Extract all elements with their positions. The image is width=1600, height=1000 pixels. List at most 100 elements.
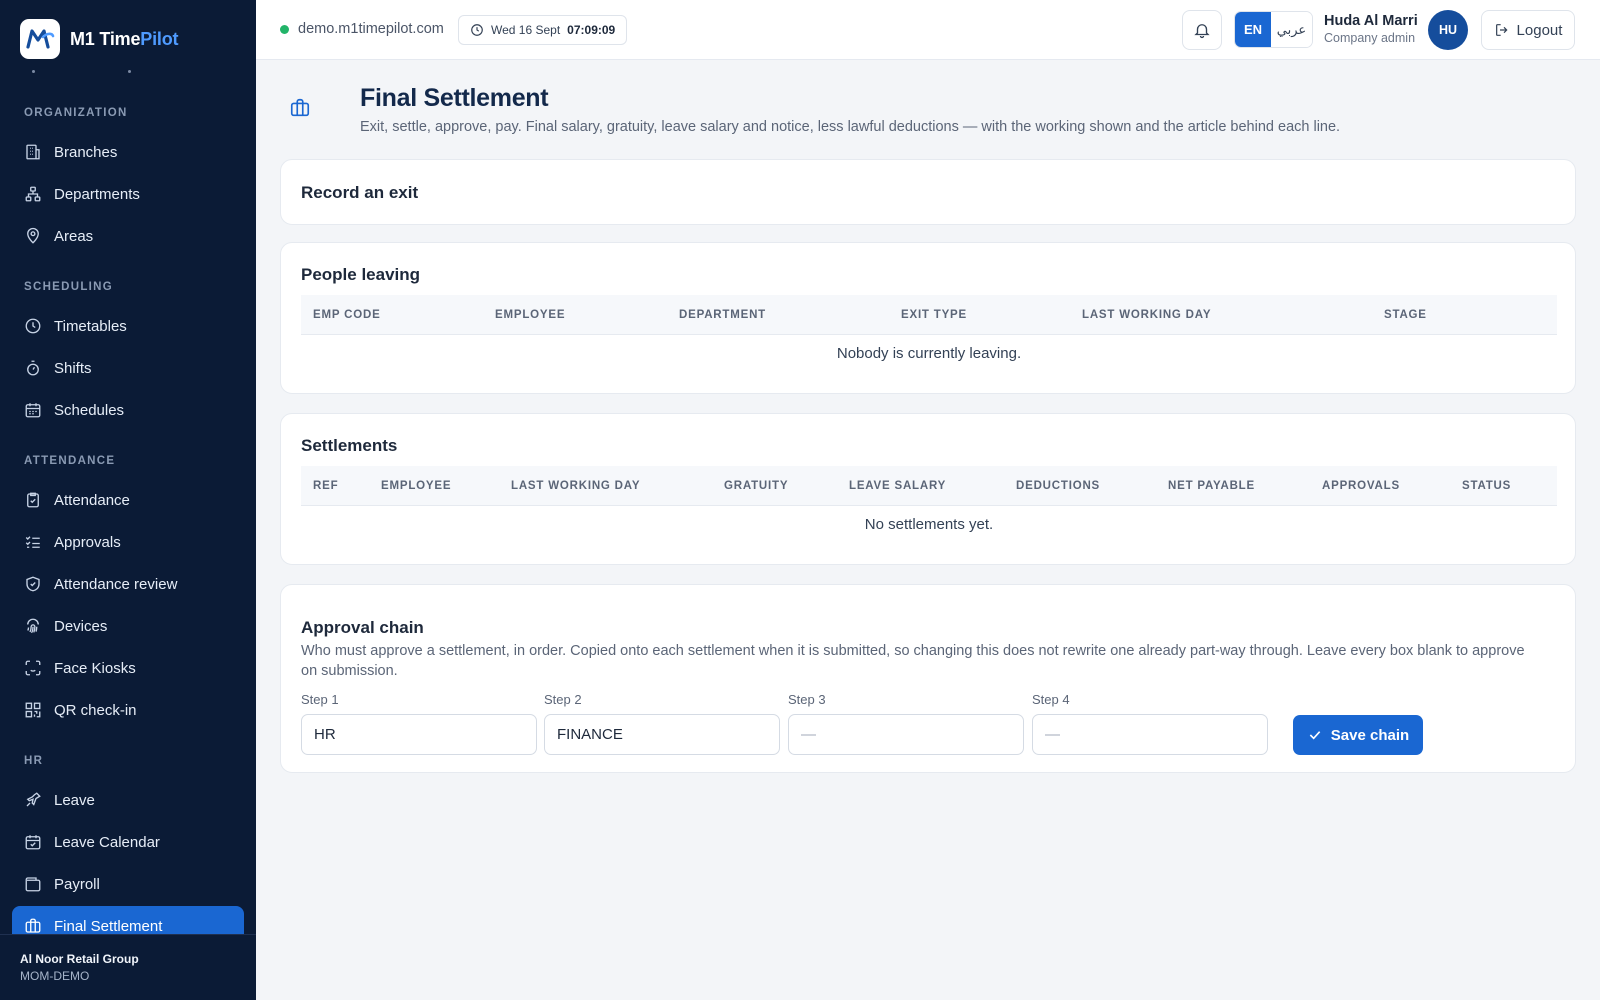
save-chain-label: Save chain (1330, 726, 1410, 744)
bell-icon (1194, 24, 1210, 39)
people-leaving-empty-state: Nobody is currently leaving. (836, 345, 1022, 362)
col-ref[interactable]: REF (313, 466, 338, 506)
nav-section-hr: HR (24, 755, 44, 767)
approval-chain-card: Approval chain Who must approve a settle… (280, 584, 1576, 773)
col-approvals[interactable]: APPROVALS (1322, 466, 1400, 506)
online-status-dot (280, 24, 289, 34)
sidebar-item-final-settlement[interactable]: Final Settlement (12, 906, 244, 934)
sidebar-item-devices[interactable]: Devices (12, 606, 244, 646)
settlements-card: Settlements REF EMPLOYEE LAST WORKING DA… (280, 413, 1576, 565)
save-chain-button[interactable]: Save chain (1293, 715, 1423, 755)
sidebar-item-face-kiosks[interactable]: Face Kiosks (12, 648, 244, 688)
sidebar-item-approvals[interactable]: Approvals (12, 522, 244, 562)
sidebar-item-label: QR check-in (54, 701, 137, 719)
sidebar-item-schedules[interactable]: Schedules (12, 390, 244, 430)
sidebar-item-shifts[interactable]: Shifts (12, 348, 244, 388)
sidebar-item-label: Departments (54, 185, 140, 203)
clipboard-check-icon (27, 492, 39, 508)
sidebar-item-qr-check-in[interactable]: QR check-in (12, 690, 244, 730)
approval-chain-title: Approval chain (301, 618, 424, 637)
qr-code-icon (25, 702, 41, 718)
logo-mark-icon (26, 29, 55, 49)
sidebar-item-label: Attendance review (54, 575, 178, 593)
sidebar-item-label: Areas (54, 227, 94, 245)
settlements-title: Settlements (301, 436, 398, 455)
approval-chain-description: Who must approve a settlement, in order.… (301, 643, 1525, 679)
step-4-label: Step 4 (1032, 692, 1070, 707)
date-time-display: Wed 16 Sept 07:09:09 (458, 15, 628, 45)
people-leaving-card: People leaving EMP CODE EMPLOYEE DEPARTM… (280, 242, 1576, 394)
col-net-payable[interactable]: NET PAYABLE (1168, 466, 1255, 506)
sidebar-item-label: Leave Calendar (54, 833, 160, 851)
briefcase-icon (25, 918, 41, 933)
sidebar-nav[interactable]: ORGANIZATION Branches Departments Areas … (0, 70, 256, 934)
sidebar-item-payroll[interactable]: Payroll (12, 864, 244, 904)
org-switcher[interactable]: Al Noor Retail Group MOM-DEMO (0, 934, 256, 1000)
sidebar-item-branches[interactable]: Branches (12, 132, 244, 172)
record-exit-card[interactable]: Record an exit (280, 159, 1576, 225)
sidebar-item-areas[interactable]: Areas (12, 216, 244, 256)
settlements-table-header: REF EMPLOYEE LAST WORKING DAY GRATUITY L… (301, 466, 1557, 506)
step-2-input[interactable] (544, 714, 780, 755)
fingerprint-icon (27, 618, 39, 634)
brand[interactable]: M1 TimePilot (0, 0, 256, 78)
sidebar: M1 TimePilot ORGANIZATION Branches Depar… (0, 0, 256, 1000)
sidebar-item-label: Schedules (54, 401, 125, 419)
scroll-cut-indicator (28, 70, 256, 82)
col-last-working-day[interactable]: LAST WORKING DAY (511, 466, 640, 506)
map-pin-icon (27, 227, 39, 244)
app-name: M1 TimePilot (70, 28, 179, 49)
col-employee[interactable]: EMPLOYEE (381, 466, 451, 506)
col-last-working-day[interactable]: LAST WORKING DAY (1082, 295, 1211, 335)
domain-text: demo.m1timepilot.com (298, 21, 444, 37)
step-1-input[interactable] (301, 714, 537, 755)
col-gratuity[interactable]: GRATUITY (724, 466, 788, 506)
calendar-check-icon (25, 835, 41, 850)
logout-button[interactable]: Logout (1481, 10, 1575, 50)
sidebar-item-leave[interactable]: Leave (12, 780, 244, 820)
page-icon (280, 88, 320, 128)
calendar-icon (25, 403, 41, 418)
sidebar-item-label: Leave (54, 791, 95, 809)
notifications-button[interactable] (1182, 10, 1222, 50)
nav-section-attendance: ATTENDANCE (24, 455, 116, 467)
plane-icon (26, 792, 41, 807)
page-title: Final Settlement (360, 84, 549, 112)
col-status[interactable]: STATUS (1462, 466, 1511, 506)
lang-ar-button[interactable]: عربي (1271, 12, 1312, 47)
col-emp-code[interactable]: EMP CODE (313, 295, 381, 335)
avatar[interactable]: HU (1428, 10, 1468, 50)
sidebar-item-label: Timetables (54, 317, 127, 335)
building-icon (26, 144, 40, 160)
col-exit-type[interactable]: EXIT TYPE (901, 295, 967, 335)
lang-en-button[interactable]: EN (1235, 12, 1271, 47)
clock-icon (25, 318, 41, 334)
sidebar-item-leave-calendar[interactable]: Leave Calendar (12, 822, 244, 862)
check-icon (1309, 731, 1321, 740)
nav-section-scheduling: SCHEDULING (24, 281, 114, 293)
record-exit-title[interactable]: Record an exit (301, 183, 418, 203)
col-stage[interactable]: STAGE (1384, 295, 1427, 335)
step-3-input[interactable] (788, 714, 1024, 755)
col-department[interactable]: DEPARTMENT (679, 295, 766, 335)
face-scan-icon (25, 660, 41, 676)
col-leave-salary[interactable]: LEAVE SALARY (849, 466, 946, 506)
stopwatch-icon (27, 360, 39, 376)
topbar: demo.m1timepilot.com Wed 16 Sept 07:09:0… (256, 0, 1600, 60)
col-deductions[interactable]: DEDUCTIONS (1016, 466, 1100, 506)
people-leaving-title: People leaving (301, 265, 421, 284)
wallet-icon (25, 877, 41, 892)
language-switcher: EN عربي (1234, 11, 1313, 48)
sidebar-item-attendance-review[interactable]: Attendance review (12, 564, 244, 604)
sidebar-item-attendance[interactable]: Attendance (12, 480, 244, 520)
sidebar-item-label: Face Kiosks (54, 659, 136, 677)
step-4-input[interactable] (1032, 714, 1268, 755)
col-employee[interactable]: EMPLOYEE (495, 295, 565, 335)
sidebar-item-label: Shifts (54, 359, 92, 377)
sidebar-item-departments[interactable]: Departments (12, 174, 244, 214)
org-code: MOM-DEMO (20, 969, 90, 983)
sidebar-item-timetables[interactable]: Timetables (12, 306, 244, 346)
user-role: Company admin (1324, 31, 1416, 45)
org-chart-icon (25, 186, 41, 202)
user-info[interactable]: Huda Al Marri Company admin (1324, 13, 1418, 45)
